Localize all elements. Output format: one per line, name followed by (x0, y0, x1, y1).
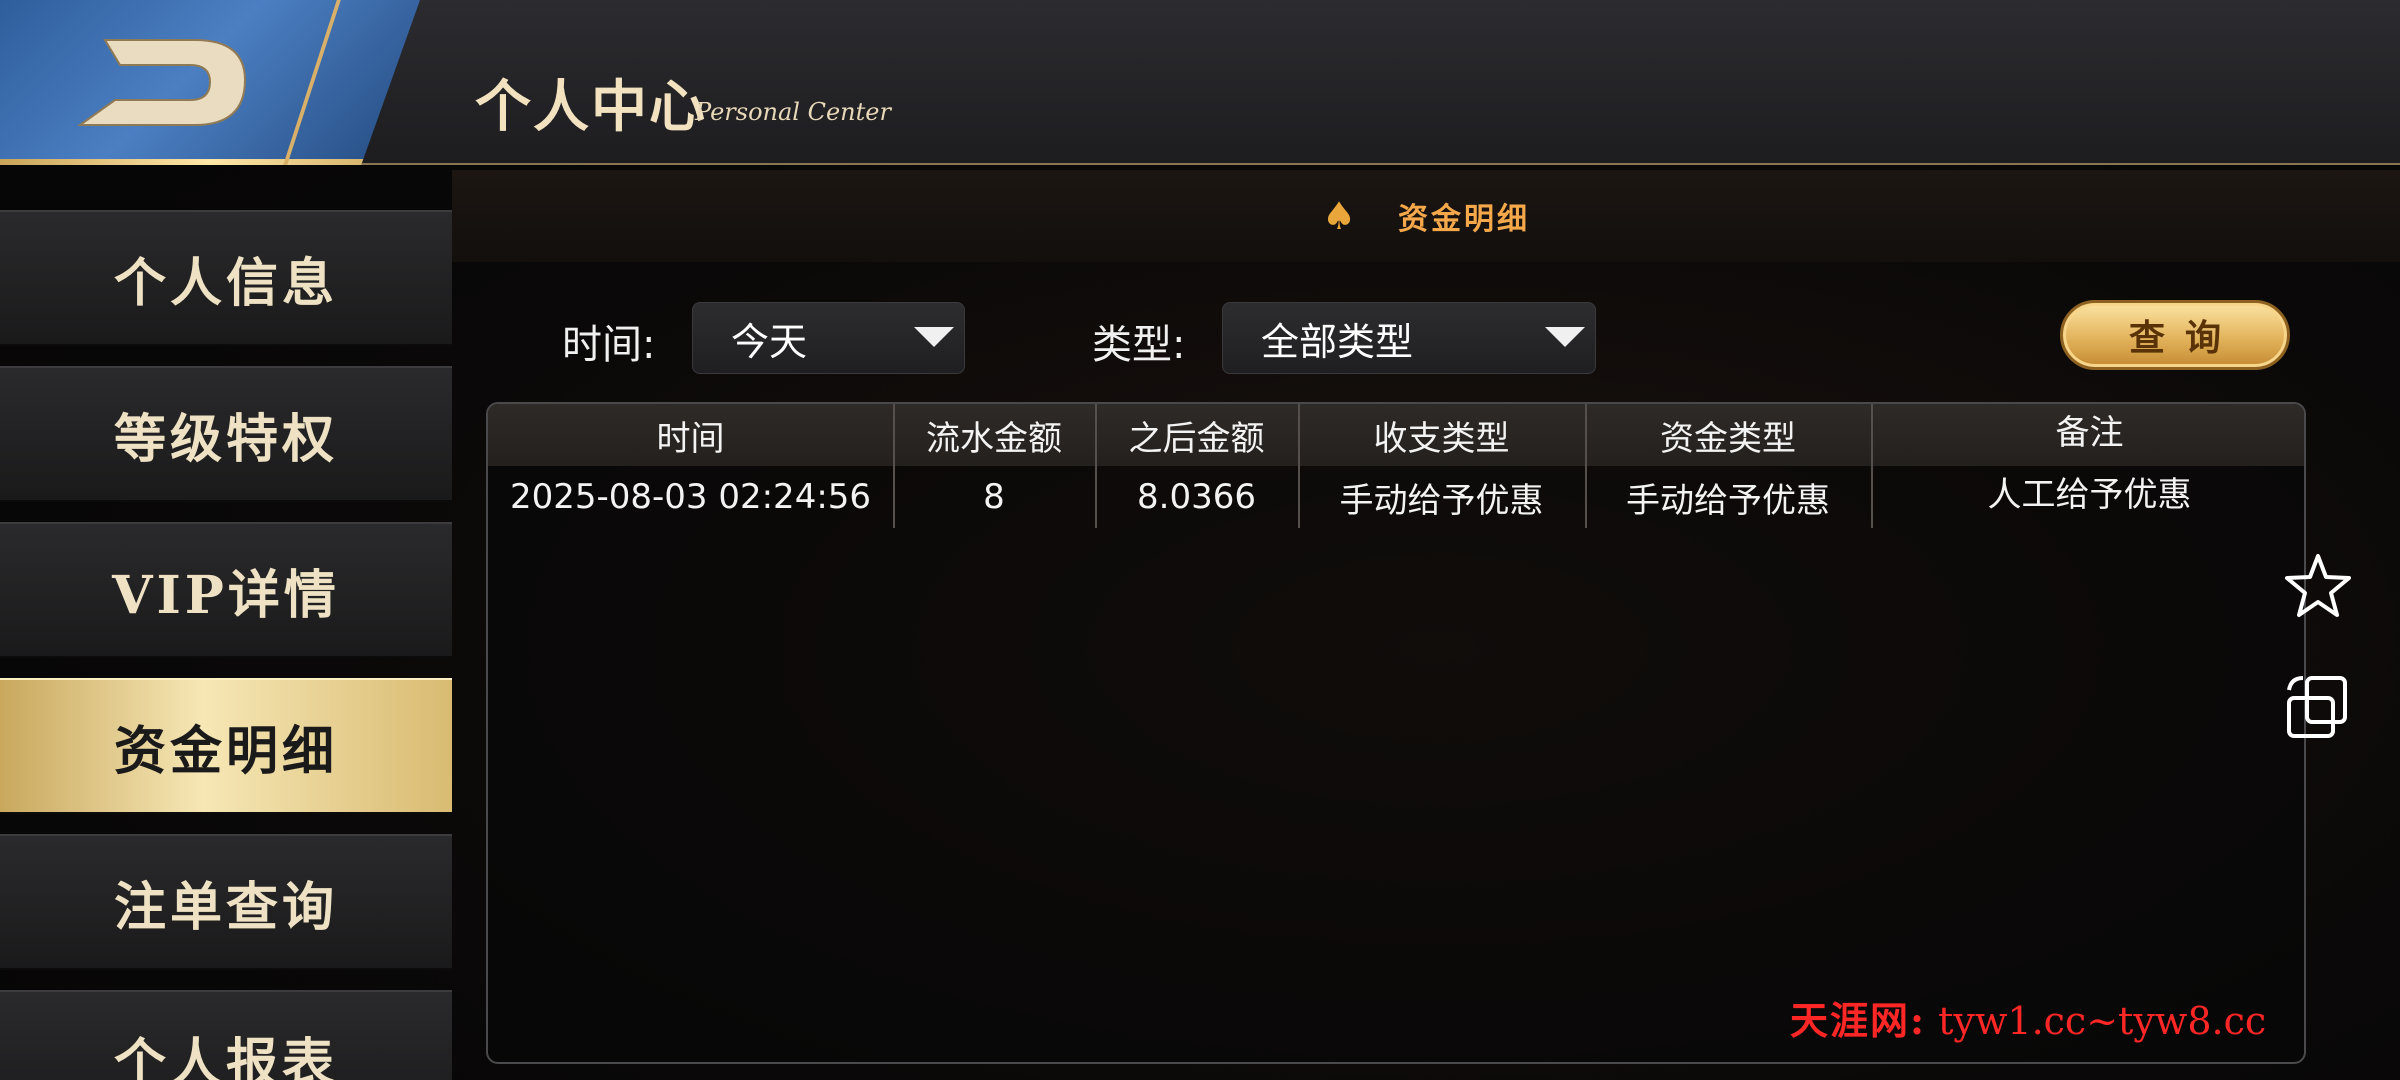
watermark-site: 天涯网: (1790, 998, 1927, 1043)
sidebar-item-personal-report[interactable]: 个人报表 (0, 990, 452, 1080)
sidebar-item-fund-details[interactable]: 资金明细 (0, 678, 452, 814)
column-divider (1095, 404, 1097, 528)
watermark: 天涯网: tyw1.cc~tyw8.cc (1790, 990, 2266, 1045)
star-icon[interactable] (2283, 552, 2353, 618)
chevron-down-icon (1545, 327, 1585, 347)
column-header-fund-type: 资金类型 (1660, 418, 1796, 459)
table-row: 2025-08-03 02:24:56 8 8.0366 手动给予优惠 手动给予… (488, 466, 2304, 528)
sidebar-item-level-privileges[interactable]: 等级特权 (0, 366, 452, 502)
column-divider (1871, 404, 1873, 528)
section-title: 资金明细 (1398, 202, 1531, 237)
cell-time: 2025-08-03 02:24:56 (509, 477, 872, 517)
page-subtitle: Personal Center (695, 98, 891, 126)
fund-details-table: 时间 流水金额 之后金额 收支类型 资金类型 备注 2025-08-03 02:… (486, 402, 2306, 1064)
column-divider (1585, 404, 1587, 528)
query-button[interactable]: 查询 (2060, 300, 2290, 370)
page-title: 个人中心 (475, 74, 707, 140)
cell-balance-after: 8.0366 (1137, 477, 1256, 517)
cell-income-type: 手动给予优惠 (1339, 480, 1544, 521)
spade-icon: ♠ (1321, 194, 1357, 238)
time-filter-label: 时间: (562, 322, 656, 368)
sidebar-item-bet-query[interactable]: 注单查询 (0, 834, 452, 970)
chevron-down-icon (914, 327, 954, 347)
type-filter-label: 类型: (1092, 322, 1186, 368)
column-header-turnover: 流水金额 (926, 418, 1062, 459)
section-title-bar: ♠ 资金明细 (452, 170, 2400, 262)
cell-fund-type: 手动给予优惠 (1626, 480, 1830, 521)
type-select[interactable]: 全部类型 (1222, 302, 1596, 374)
column-header-balance-after: 之后金额 (1128, 418, 1265, 459)
type-select-value: 全部类型 (1261, 319, 1414, 364)
time-select[interactable]: 今天 (692, 302, 965, 374)
cell-remark: 人工给予优惠 (1987, 474, 2192, 515)
column-header-income-type: 收支类型 (1373, 418, 1510, 459)
column-divider (893, 404, 895, 528)
logo-glyph-icon (76, 39, 247, 126)
column-header-remark: 备注 (2055, 412, 2124, 453)
watermark-domains: tyw1.cc~tyw8.cc (1938, 999, 2267, 1043)
header-bar: 个人中心 Personal Center (0, 0, 2400, 165)
sidebar-item-vip-details[interactable]: VIP详情 (0, 522, 452, 658)
sidebar-item-personal-info[interactable]: 个人信息 (0, 210, 452, 346)
column-divider (1298, 404, 1300, 528)
column-header-time: 时间 (656, 418, 725, 459)
rotate-screen-icon[interactable] (2283, 672, 2353, 742)
cell-turnover: 8 (983, 477, 1005, 517)
time-select-value: 今天 (731, 319, 808, 364)
